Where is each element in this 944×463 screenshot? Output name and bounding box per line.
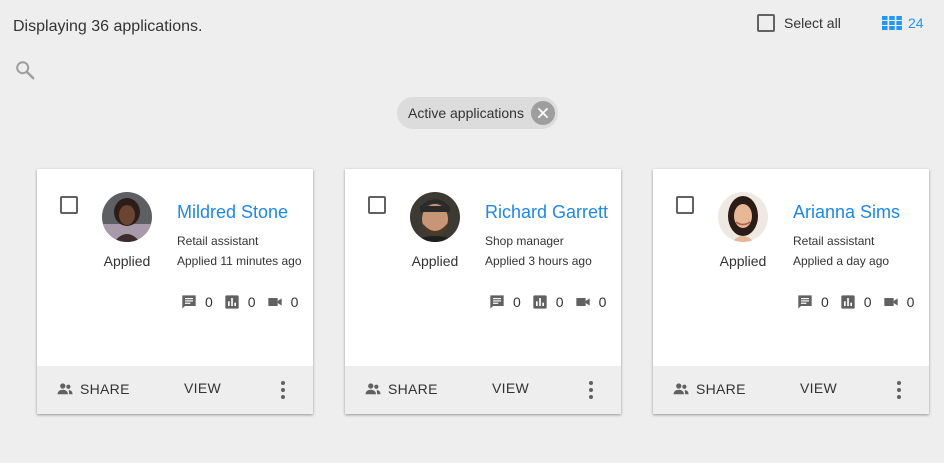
- select-all-control[interactable]: Select all: [757, 14, 841, 32]
- applicant-name-link[interactable]: Mildred Stone: [177, 202, 288, 223]
- card-actions: SHARE VIEW: [653, 366, 929, 414]
- applicant-card: Applied Arianna Sims Retail assistant Ap…: [653, 169, 929, 414]
- videos-count: 0: [906, 294, 915, 310]
- assessments-stat: 0: [532, 294, 564, 310]
- video-camera-icon: [575, 298, 590, 306]
- card-actions: SHARE VIEW: [37, 366, 313, 414]
- applicant-role: Retail assistant: [177, 234, 259, 248]
- assessments-count: 0: [555, 294, 564, 310]
- share-button[interactable]: SHARE: [364, 380, 438, 398]
- videos-stat: 0: [575, 294, 607, 310]
- bar-chart-icon: [841, 295, 855, 309]
- applicant-name-link[interactable]: Arianna Sims: [793, 202, 900, 223]
- video-camera-icon: [883, 298, 898, 306]
- view-label: VIEW: [492, 380, 529, 396]
- more-vert-icon: [897, 381, 901, 399]
- view-button[interactable]: VIEW: [800, 380, 837, 398]
- comments-count: 0: [513, 294, 521, 310]
- share-label: SHARE: [696, 381, 746, 397]
- view-label: VIEW: [184, 380, 221, 396]
- comments-stat: 0: [797, 294, 829, 310]
- select-all-label: Select all: [784, 15, 841, 31]
- share-button[interactable]: SHARE: [672, 380, 746, 398]
- applicant-stats: 0 0 0: [181, 294, 309, 310]
- share-button[interactable]: SHARE: [56, 380, 130, 398]
- comments-stat: 0: [489, 294, 521, 310]
- select-all-checkbox[interactable]: [757, 14, 775, 32]
- videos-stat: 0: [883, 294, 915, 310]
- applicant-stats: 0 0 0: [489, 294, 617, 310]
- avatar[interactable]: [718, 192, 768, 242]
- applicant-select-checkbox[interactable]: [60, 196, 78, 214]
- bar-chart-icon: [533, 295, 547, 309]
- avatar[interactable]: [102, 192, 152, 242]
- view-button[interactable]: VIEW: [492, 380, 529, 398]
- applied-time: Applied 11 minutes ago: [177, 254, 302, 268]
- application-status: Applied: [411, 253, 459, 269]
- more-options-button[interactable]: [582, 380, 600, 400]
- applied-time: Applied a day ago: [793, 254, 890, 268]
- applicant-select-checkbox[interactable]: [676, 196, 694, 214]
- search-icon: [16, 61, 35, 80]
- assessments-stat: 0: [840, 294, 872, 310]
- close-icon: [537, 108, 548, 118]
- card-actions: SHARE VIEW: [345, 366, 621, 414]
- comment-icon: [798, 295, 812, 309]
- applied-time: Applied 3 hours ago: [485, 254, 592, 268]
- assessments-count: 0: [863, 294, 872, 310]
- applicant-role: Retail assistant: [793, 234, 875, 248]
- assessments-stat: 0: [224, 294, 256, 310]
- applicant-name-link[interactable]: Richard Garrett: [485, 202, 608, 223]
- more-options-button[interactable]: [890, 380, 908, 400]
- avatar[interactable]: [410, 192, 460, 242]
- bar-chart-icon: [225, 295, 239, 309]
- applicant-card: Applied Richard Garrett Shop manager App…: [345, 169, 621, 414]
- filter-chip-active-applications: Active applications: [397, 97, 558, 129]
- videos-count: 0: [598, 294, 607, 310]
- applicant-card: Applied Mildred Stone Retail assistant A…: [37, 169, 313, 414]
- videos-stat: 0: [267, 294, 299, 310]
- search-button[interactable]: [14, 59, 36, 81]
- comments-count: 0: [205, 294, 213, 310]
- video-camera-icon: [267, 298, 282, 306]
- people-icon: [57, 383, 73, 395]
- application-status: Applied: [103, 253, 151, 269]
- grid-view-icon: [882, 16, 902, 30]
- page-size-count: 24: [908, 15, 924, 31]
- people-icon: [365, 383, 381, 395]
- more-vert-icon: [589, 381, 593, 399]
- applicant-select-checkbox[interactable]: [368, 196, 386, 214]
- comments-count: 0: [821, 294, 829, 310]
- application-count: Displaying 36 applications.: [13, 18, 203, 35]
- assessments-count: 0: [247, 294, 256, 310]
- applicant-stats: 0 0 0: [797, 294, 925, 310]
- view-label: VIEW: [800, 380, 837, 396]
- comment-icon: [490, 295, 504, 309]
- share-label: SHARE: [80, 381, 130, 397]
- videos-count: 0: [290, 294, 299, 310]
- remove-filter-button[interactable]: [530, 101, 555, 125]
- share-label: SHARE: [388, 381, 438, 397]
- people-icon: [673, 383, 689, 395]
- comment-icon: [182, 295, 196, 309]
- filter-chip-label: Active applications: [408, 105, 524, 121]
- view-button[interactable]: VIEW: [184, 380, 221, 398]
- application-status: Applied: [719, 253, 767, 269]
- page-size-toggle[interactable]: 24: [882, 15, 924, 31]
- applicant-role: Shop manager: [485, 234, 564, 248]
- more-vert-icon: [281, 381, 285, 399]
- more-options-button[interactable]: [274, 380, 292, 400]
- comments-stat: 0: [181, 294, 213, 310]
